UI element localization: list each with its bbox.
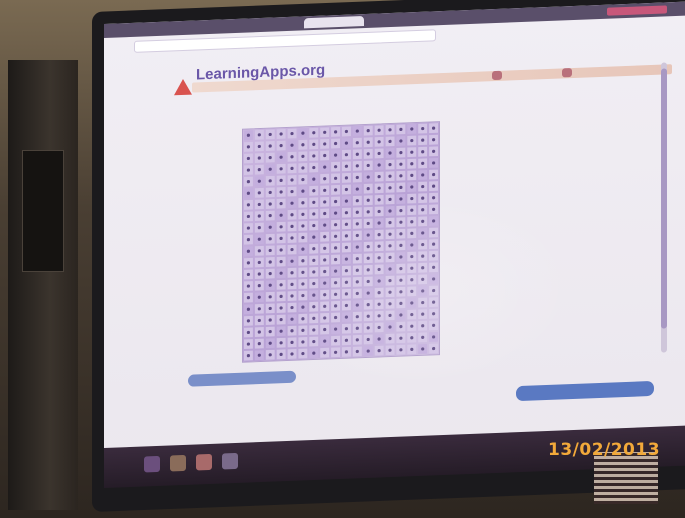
taskbar-folder-icon[interactable]	[170, 454, 186, 472]
projected-screen: LearningApps.org	[104, 1, 685, 484]
browser-tab[interactable]	[304, 16, 364, 29]
wall-object	[22, 150, 64, 272]
word-search-grid[interactable]	[242, 121, 440, 363]
taskbar-browser-icon[interactable]	[196, 453, 212, 471]
whiteboard-frame	[8, 60, 78, 510]
word-list	[466, 111, 546, 202]
letter-grid[interactable]	[243, 122, 439, 362]
user-button-1[interactable]	[492, 70, 502, 81]
page-scrollbar[interactable]	[661, 62, 667, 353]
logo-icon	[174, 78, 192, 96]
scrollbar-thumb[interactable]	[661, 68, 667, 329]
save-button[interactable]	[516, 380, 654, 402]
photo-timestamp: 13/02/2013	[548, 440, 661, 460]
word-list-item	[466, 188, 546, 202]
taskbar-start-icon[interactable]	[144, 455, 160, 473]
taskbar-app-icon[interactable]	[222, 452, 238, 470]
print-button[interactable]	[188, 370, 296, 387]
browser-window-controls[interactable]	[607, 5, 667, 16]
user-button-2[interactable]	[562, 68, 572, 78]
